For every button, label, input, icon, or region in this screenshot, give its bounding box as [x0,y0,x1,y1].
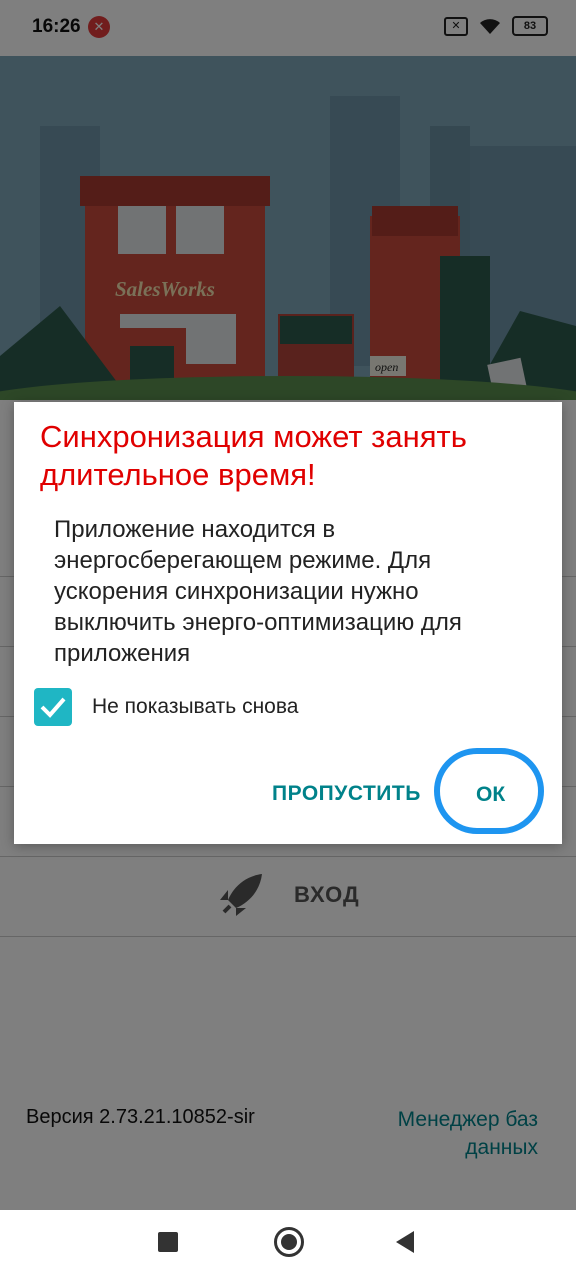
skip-button[interactable]: ПРОПУСТИТЬ [272,782,421,806]
dialog-title: Синхронизация может занять длительное вр… [40,419,467,492]
checkmark-icon [40,697,66,718]
ok-button[interactable]: ОК [476,783,505,807]
checkbox-label: Не показывать снова [92,695,299,718]
battery-optimization-dialog: Синхронизация может занять длительное вр… [14,402,562,844]
dont-show-again-checkbox[interactable] [34,688,72,726]
recents-button[interactable] [158,1232,178,1252]
back-button[interactable] [396,1231,414,1253]
home-button[interactable] [274,1227,304,1257]
navigation-bar [0,1210,576,1280]
dialog-message: Приложение находится в энергосберегающем… [54,516,462,667]
